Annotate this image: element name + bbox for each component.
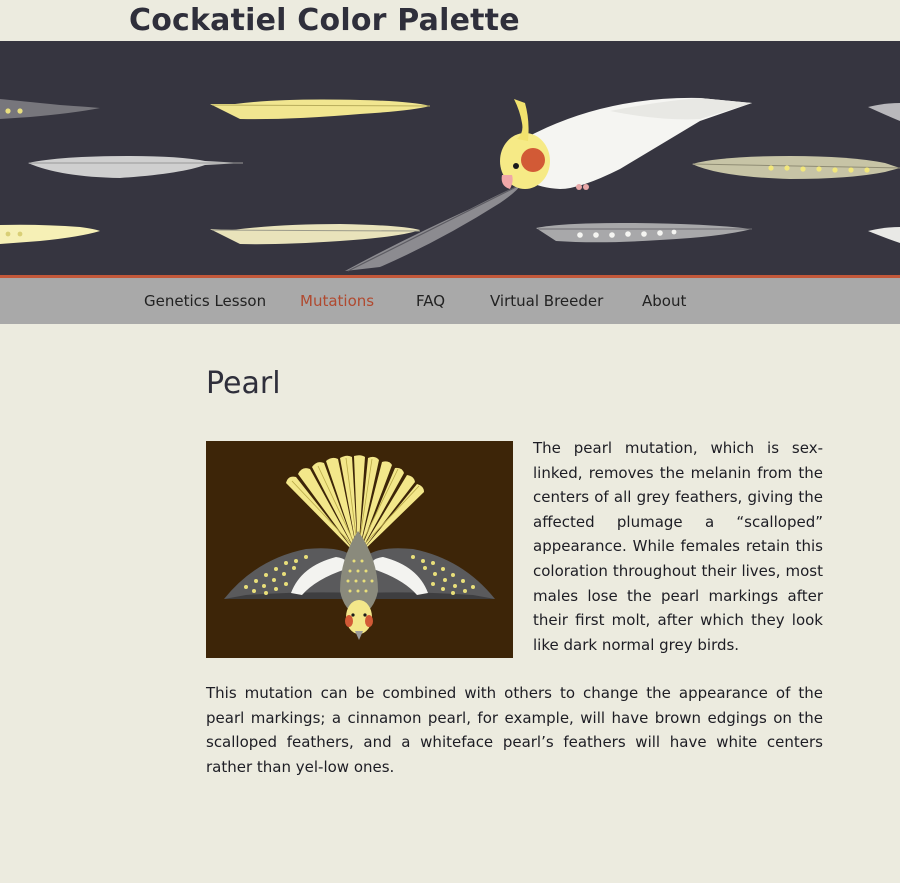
- feather-icon: [0, 224, 100, 244]
- feather-icon: [210, 224, 421, 245]
- banner-illustration: [0, 97, 900, 272]
- main-nav: Genetics Lesson Mutations FAQ Virtual Br…: [0, 278, 900, 324]
- article-paragraph: The pearl mutation, which is sex-linked,…: [533, 439, 823, 654]
- pearl-cockatiel-image: [206, 441, 513, 658]
- nav-item-virtual-breeder[interactable]: Virtual Breeder: [490, 278, 603, 324]
- nav-item-about[interactable]: About: [642, 278, 686, 324]
- feather-icon: [536, 223, 752, 243]
- page-title: Pearl: [206, 366, 281, 401]
- feather-icon: [692, 156, 900, 179]
- feather-icon: [28, 156, 243, 178]
- feather-icon: [0, 99, 100, 119]
- nav-item-mutations[interactable]: Mutations: [300, 278, 374, 324]
- nav-item-faq[interactable]: FAQ: [416, 278, 445, 324]
- feather-icon: [210, 99, 431, 120]
- header-banner: [0, 41, 900, 275]
- site-title[interactable]: Cockatiel Color Palette: [129, 0, 520, 41]
- nav-item-genetics-lesson[interactable]: Genetics Lesson: [144, 278, 266, 324]
- pearl-cockatiel-icon: [224, 455, 495, 640]
- article-paragraph: This mutation can be combined with other…: [206, 684, 823, 776]
- cockatiel-icon: [500, 97, 752, 190]
